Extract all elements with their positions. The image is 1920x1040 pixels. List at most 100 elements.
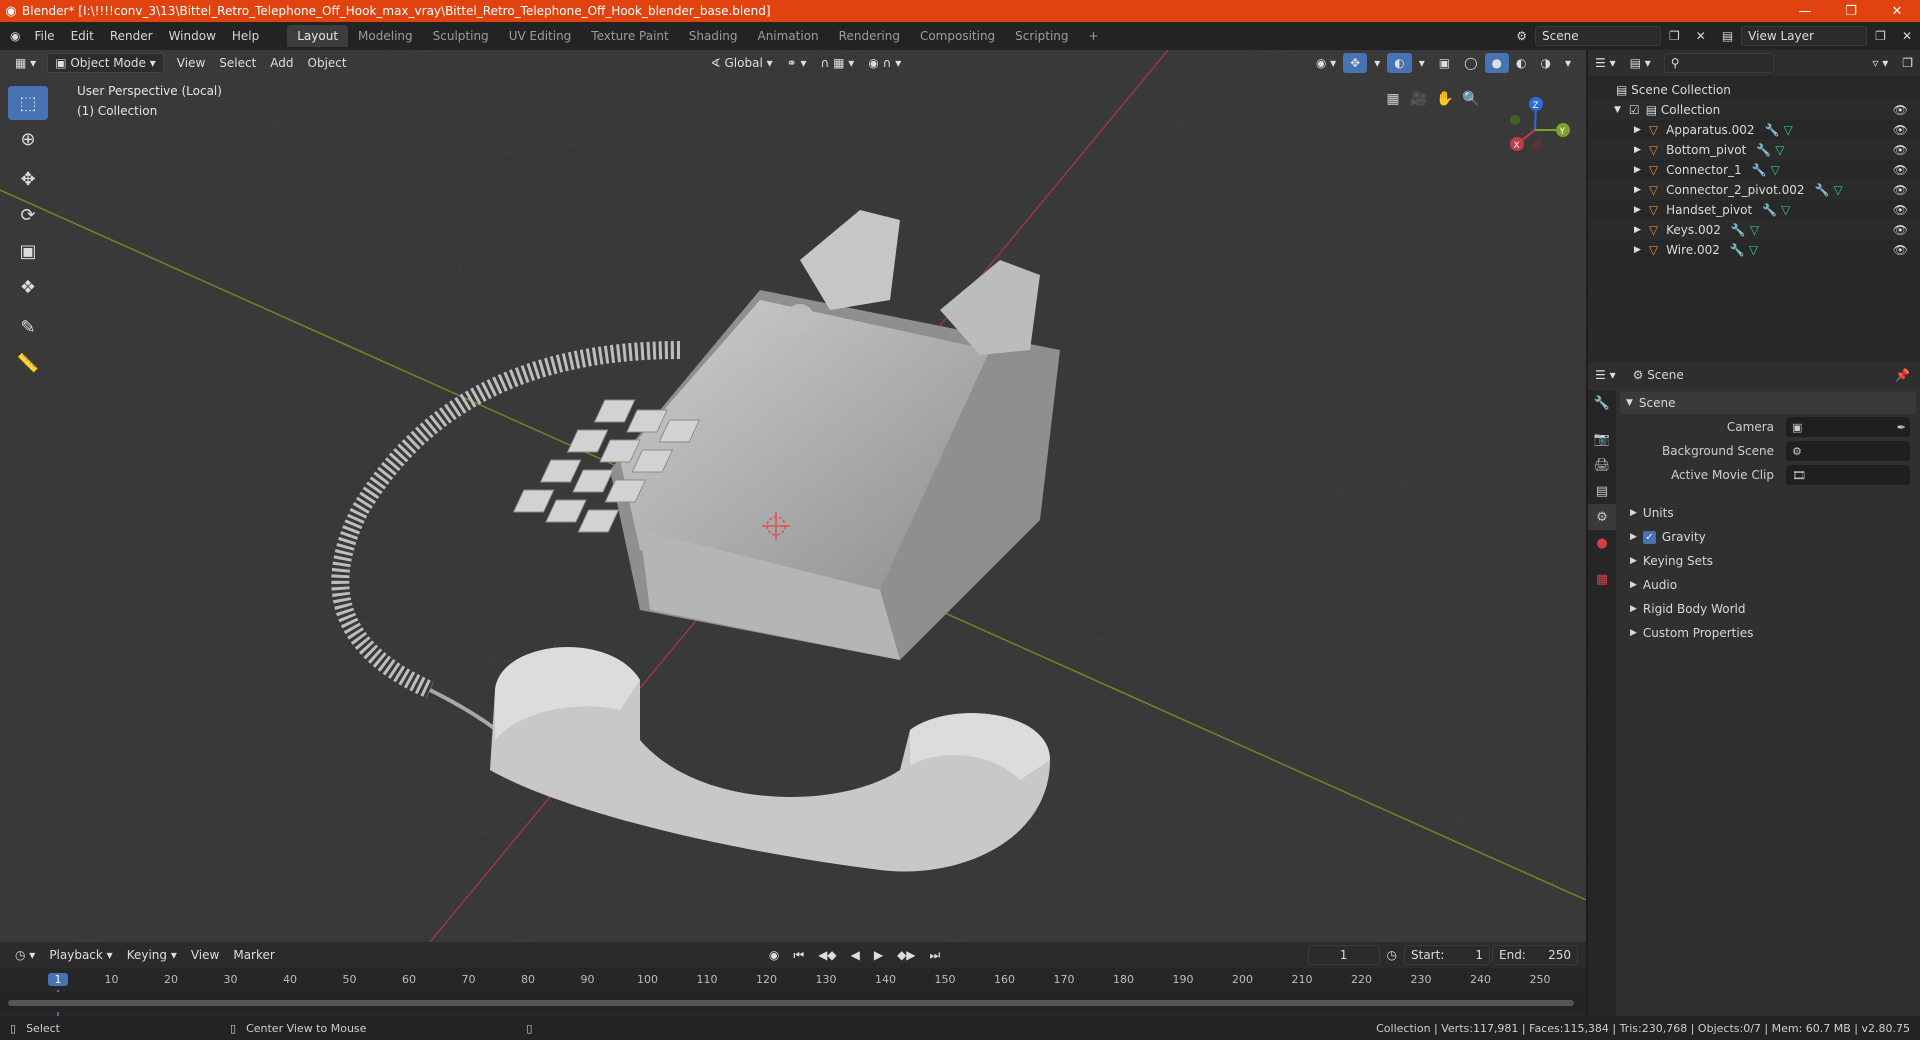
timeline-editor-type-icon[interactable]: ◷ ▾: [8, 945, 42, 965]
outliner-editor-type-icon[interactable]: ☰ ▾: [1588, 53, 1623, 73]
eye-icon[interactable]: 👁: [1893, 163, 1908, 177]
delete-scene-icon[interactable]: ✕: [1688, 29, 1714, 43]
menu-help[interactable]: Help: [224, 29, 267, 43]
tab-texture-paint[interactable]: Texture Paint: [581, 25, 678, 47]
solid-shading-icon[interactable]: ●: [1484, 53, 1509, 73]
tab-sculpting[interactable]: Sculpting: [423, 25, 499, 47]
proportional-edit-icon[interactable]: ◉ ∩ ▾: [861, 53, 908, 73]
transform-tool-icon[interactable]: ❖: [8, 270, 48, 304]
new-view-layer-icon[interactable]: ❐: [1867, 29, 1894, 43]
timeline-menu-view[interactable]: View: [184, 945, 226, 965]
tab-animation[interactable]: Animation: [747, 25, 828, 47]
xray-icon[interactable]: ▣: [1432, 53, 1457, 73]
toggle-grid-icon[interactable]: ▦: [1380, 86, 1406, 112]
play-reverse-icon[interactable]: ◀: [844, 945, 867, 965]
expand-arrow-icon[interactable]: ▶: [1634, 165, 1641, 175]
measure-tool-icon[interactable]: 📏: [8, 346, 48, 380]
viewport-menu-view[interactable]: View: [170, 53, 212, 73]
expand-arrow-icon[interactable]: ▶: [1634, 205, 1641, 215]
mesh-data-icon[interactable]: ▽: [1781, 203, 1790, 217]
rendered-shading-icon[interactable]: ◑: [1533, 53, 1557, 73]
outliner-scene-collection[interactable]: ▤ Scene Collection: [1588, 80, 1920, 100]
properties-section-rigid-body-world[interactable]: ▶ Rigid Body World: [1624, 598, 1914, 620]
outliner-object-row[interactable]: ▶ ▽ Connector_2_pivot.002 🔧 ▽ 👁: [1588, 180, 1920, 200]
preview-range-clock-icon[interactable]: ◷: [1380, 945, 1404, 965]
mesh-data-icon[interactable]: ▽: [1771, 163, 1780, 177]
eye-icon[interactable]: 👁: [1893, 223, 1908, 237]
menu-file[interactable]: File: [26, 29, 62, 43]
expand-arrow-icon[interactable]: ▶: [1634, 145, 1641, 155]
mesh-data-icon[interactable]: ▽: [1749, 243, 1758, 257]
viewport-canvas[interactable]: [0, 50, 1586, 942]
timeline-menu-playback[interactable]: Playback ▾: [42, 945, 119, 965]
navigation-gizmo[interactable]: Z Y X: [1505, 90, 1575, 160]
modifier-wrench-icon[interactable]: 🔧: [1752, 163, 1767, 177]
outliner-object-row[interactable]: ▶ ▽ Handset_pivot 🔧 ▽ 👁: [1588, 200, 1920, 220]
close-icon[interactable]: ✕: [1874, 4, 1920, 19]
active-movie-clip-field[interactable]: 🎞: [1786, 465, 1910, 485]
viewport-menu-add[interactable]: Add: [263, 53, 300, 73]
modifier-wrench-icon[interactable]: 🔧: [1731, 223, 1746, 237]
tab-compositing[interactable]: Compositing: [910, 25, 1005, 47]
viewport-menu-object[interactable]: Object: [301, 53, 354, 73]
zoom-view-icon[interactable]: 🔍: [1458, 86, 1484, 112]
current-frame-indicator[interactable]: 1: [48, 973, 68, 986]
select-box-tool-icon[interactable]: ⬚: [8, 86, 48, 120]
play-icon[interactable]: ▶: [867, 945, 890, 965]
tab-scripting[interactable]: Scripting: [1005, 25, 1078, 47]
view-layer-icon[interactable]: ▤: [1714, 29, 1741, 43]
overlay-dropdown-icon[interactable]: ▾: [1412, 53, 1432, 73]
view-layer-selector[interactable]: View Layer: [1741, 26, 1868, 46]
checkbox-icon[interactable]: ☑: [1629, 103, 1640, 117]
pan-view-hand-icon[interactable]: ✋: [1432, 86, 1458, 112]
next-keyframe-icon[interactable]: ◆▶: [890, 945, 922, 965]
mesh-data-icon[interactable]: ▽: [1783, 123, 1792, 137]
restore-icon[interactable]: ❐: [1828, 4, 1874, 19]
display-mode-icon[interactable]: ▤ ▾: [1623, 53, 1658, 73]
outliner-collection[interactable]: ▼ ☑ ▤ Collection 👁: [1588, 100, 1920, 120]
new-collection-icon[interactable]: ❐: [1895, 53, 1920, 73]
properties-section-units[interactable]: ▶ Units: [1624, 502, 1914, 524]
properties-section-audio[interactable]: ▶ Audio: [1624, 574, 1914, 596]
camera-view-icon[interactable]: 🎥: [1406, 86, 1432, 112]
eye-icon[interactable]: 👁: [1893, 103, 1908, 117]
timeline-menu-keying[interactable]: Keying ▾: [120, 945, 184, 965]
material-shading-icon[interactable]: ◐: [1509, 53, 1533, 73]
tab-uv-editing[interactable]: UV Editing: [499, 25, 582, 47]
mode-selector[interactable]: ▣ Object Mode ▾: [47, 53, 164, 73]
outliner-object-row[interactable]: ▶ ▽ Connector_1 🔧 ▽ 👁: [1588, 160, 1920, 180]
snap-icon[interactable]: ∩ ▦ ▾: [814, 53, 862, 73]
move-tool-icon[interactable]: ✥: [8, 162, 48, 196]
modifier-wrench-icon[interactable]: 🔧: [1765, 123, 1780, 137]
outliner-object-row[interactable]: ▶ ▽ Keys.002 🔧 ▽ 👁: [1588, 220, 1920, 240]
scene-panel-header[interactable]: ▼ Scene: [1620, 392, 1916, 414]
timeline-scrollbar[interactable]: [8, 1000, 1574, 1006]
gravity-checkbox[interactable]: ✓: [1642, 530, 1656, 544]
filter-icon[interactable]: ▿ ▾: [1865, 53, 1895, 73]
scene-tab-icon[interactable]: ⚙: [1588, 504, 1616, 530]
wireframe-shading-icon[interactable]: ◯: [1457, 53, 1484, 73]
mesh-data-icon[interactable]: ▽: [1775, 143, 1784, 157]
expand-arrow-icon[interactable]: ▶: [1634, 185, 1641, 195]
viewport-menu-select[interactable]: Select: [212, 53, 263, 73]
properties-editor-type-icon[interactable]: ☰ ▾: [1588, 365, 1623, 385]
scene-icon[interactable]: ⚙: [1508, 29, 1535, 43]
properties-section-gravity[interactable]: ▶ ✓ Gravity: [1624, 526, 1914, 548]
frame-ruler[interactable]: 1 10 20 30 40 50 60 70 80 90 100 110 120 130 140 150 160…: [0, 968, 1586, 1016]
editor-type-icon[interactable]: ▦ ▾: [8, 53, 43, 73]
gizmo-dropdown-icon[interactable]: ▾: [1367, 53, 1387, 73]
timeline-menu-marker[interactable]: Marker: [226, 945, 281, 965]
world-tab-icon[interactable]: ●: [1588, 530, 1616, 556]
properties-section-keying-sets[interactable]: ▶ Keying Sets: [1624, 550, 1914, 572]
texture-tab-icon[interactable]: ▦: [1588, 566, 1616, 592]
transform-orientation[interactable]: ∢ Global ▾: [704, 53, 780, 73]
visibility-icon[interactable]: ◉ ▾: [1309, 53, 1343, 73]
modifier-wrench-icon[interactable]: 🔧: [1756, 143, 1771, 157]
prev-keyframe-icon[interactable]: ◀◆: [811, 945, 843, 965]
blender-menu-icon[interactable]: ◉: [0, 29, 26, 43]
modifier-wrench-icon[interactable]: 🔧: [1730, 243, 1745, 257]
record-icon[interactable]: ◉: [762, 945, 786, 965]
expand-arrow-icon[interactable]: ▼: [1614, 105, 1621, 115]
eye-icon[interactable]: 👁: [1893, 123, 1908, 137]
background-scene-field[interactable]: ⚙: [1786, 441, 1910, 461]
